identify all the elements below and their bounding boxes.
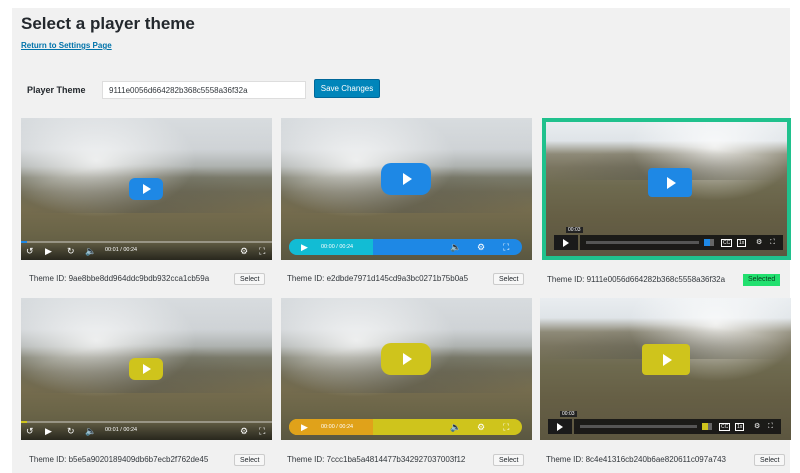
select-theme-button[interactable]: Select <box>754 454 786 466</box>
captions-icon[interactable]: CC <box>721 239 733 247</box>
save-changes-button[interactable]: Save Changes <box>314 79 380 98</box>
fullscreen-icon[interactable]: ⛶ <box>768 422 773 431</box>
play-icon[interactable] <box>548 419 572 434</box>
volume-icon[interactable]: 🔈 <box>85 246 96 256</box>
big-play-button[interactable] <box>381 163 431 195</box>
video-preview[interactable]: 00:03 CC 1x ⚙ ⛶ <box>540 298 791 440</box>
progress-bar[interactable] <box>21 241 272 243</box>
volume-icon[interactable]: 🔈 <box>450 242 461 252</box>
theme-id-text: Theme ID: 8c4e41316cb240b6ae820611c097a7… <box>546 455 726 464</box>
player-controls: ↺ ▶ ↻ 🔈 00:01 / 00:24 ⚙ ⛶ <box>21 421 272 440</box>
video-preview[interactable]: 00:03 CC 1x ⚙ ⛶ <box>542 118 791 260</box>
page-title: Select a player theme <box>21 14 195 33</box>
player-controls: 00:03 CC 1x ⚙ ⛶ <box>548 411 781 434</box>
fullscreen-icon[interactable]: ⛶ <box>503 242 509 252</box>
play-icon[interactable] <box>554 235 578 250</box>
theme-settings-panel: Select a player theme Return to Settings… <box>12 8 791 473</box>
select-theme-button[interactable]: Select <box>493 273 525 285</box>
player-theme-input[interactable] <box>102 81 306 99</box>
time-display: 00:01 / 00:24 <box>105 247 138 253</box>
select-theme-button[interactable]: Select <box>234 454 266 466</box>
fullscreen-icon[interactable]: ⛶ <box>770 238 775 247</box>
select-theme-button[interactable]: Select <box>493 454 525 466</box>
theme-id-text: Theme ID: b5e5a9020189409db6b7ecb2f762de… <box>29 455 209 464</box>
rewind-icon[interactable]: ↺ <box>26 426 34 436</box>
selected-badge: Selected <box>743 274 781 286</box>
play-icon[interactable]: ▶ <box>45 426 52 436</box>
play-icon[interactable]: ▶ <box>301 242 308 252</box>
forward-icon[interactable]: ↻ <box>67 246 75 256</box>
progress-bar[interactable] <box>21 421 272 423</box>
speed-button[interactable]: 1x <box>735 423 745 431</box>
player-controls: ▶ 00:00 / 00:24 🔈 ⚙ ⛶ <box>289 419 522 435</box>
big-play-button[interactable] <box>642 344 690 375</box>
forward-icon[interactable]: ↻ <box>67 426 75 436</box>
gear-icon[interactable]: ⚙ <box>240 246 248 256</box>
video-preview[interactable]: ▶ 00:00 / 00:24 🔈 ⚙ ⛶ <box>281 118 532 260</box>
gear-icon[interactable]: ⚙ <box>477 422 485 432</box>
progress-bar[interactable] <box>580 425 697 428</box>
gear-icon[interactable]: ⚙ <box>754 422 760 431</box>
time-display: 00:01 / 00:24 <box>105 427 138 433</box>
big-play-button[interactable] <box>381 343 431 375</box>
play-icon[interactable]: ▶ <box>301 422 308 432</box>
big-play-button[interactable] <box>129 178 163 200</box>
speed-button[interactable]: 1x <box>737 239 747 247</box>
control-bar: 00:03 CC 1x ⚙ ⛶ <box>560 411 781 434</box>
time-tooltip: 00:03 <box>566 227 583 233</box>
time-display: 00:00 / 00:24 <box>321 244 354 250</box>
rewind-icon[interactable]: ↺ <box>26 246 34 256</box>
time-tooltip: 00:03 <box>560 411 577 417</box>
captions-icon[interactable]: CC <box>719 423 731 431</box>
player-controls: 00:03 CC 1x ⚙ ⛶ <box>554 227 783 250</box>
gear-icon[interactable]: ⚙ <box>756 238 762 247</box>
select-theme-button[interactable]: Select <box>234 273 266 285</box>
volume-icon[interactable]: 🔈 <box>450 422 461 432</box>
volume-icon[interactable] <box>704 239 714 246</box>
fullscreen-icon[interactable]: ⛶ <box>259 426 265 436</box>
volume-icon[interactable]: 🔈 <box>85 426 96 436</box>
big-play-button[interactable] <box>648 168 692 197</box>
theme-id-text: Theme ID: 7ccc1ba5a4814477b342927037003f… <box>287 455 466 464</box>
theme-id-text: Theme ID: 9ae8bbe8dd964ddc9bdb932cca1cb5… <box>29 274 210 283</box>
theme-id-text: Theme ID: 9111e0056d664282b368c5558a36f3… <box>547 275 726 284</box>
player-controls: ↺ ▶ ↻ 🔈 00:01 / 00:24 ⚙ ⛶ <box>21 241 272 260</box>
gear-icon[interactable]: ⚙ <box>240 426 248 436</box>
theme-id-text: Theme ID: e2dbde7971d145cd9a3bc0271b75b0… <box>287 274 469 283</box>
video-preview[interactable]: ↺ ▶ ↻ 🔈 00:01 / 00:24 ⚙ ⛶ <box>21 118 272 260</box>
fullscreen-icon[interactable]: ⛶ <box>503 422 509 432</box>
gear-icon[interactable]: ⚙ <box>477 242 485 252</box>
big-play-button[interactable] <box>129 358 163 380</box>
time-display: 00:00 / 00:24 <box>321 424 354 430</box>
player-theme-label: Player Theme <box>27 85 86 95</box>
video-preview[interactable]: ↺ ▶ ↻ 🔈 00:01 / 00:24 ⚙ ⛶ <box>21 298 272 440</box>
player-controls: ▶ 00:00 / 00:24 🔈 ⚙ ⛶ <box>289 239 522 255</box>
progress-bar[interactable] <box>586 241 699 244</box>
return-to-settings-link[interactable]: Return to Settings Page <box>21 41 112 50</box>
volume-icon[interactable] <box>702 423 712 430</box>
fullscreen-icon[interactable]: ⛶ <box>259 246 265 256</box>
video-preview[interactable]: ▶ 00:00 / 00:24 🔈 ⚙ ⛶ <box>281 298 532 440</box>
play-icon[interactable]: ▶ <box>45 246 52 256</box>
control-bar: 00:03 CC 1x ⚙ ⛶ <box>566 227 783 250</box>
